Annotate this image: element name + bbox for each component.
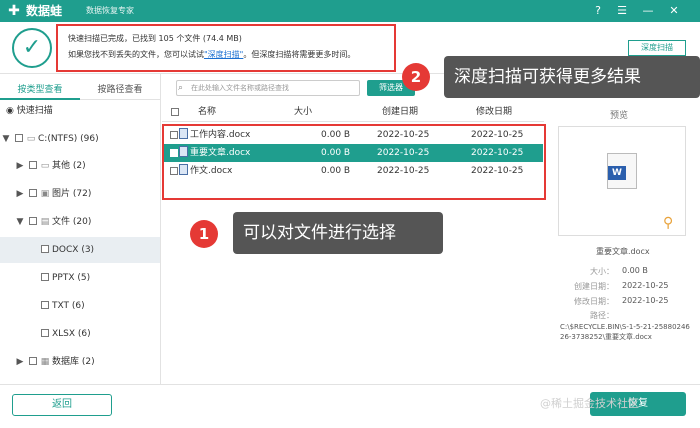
- tab-by-type[interactable]: 按类型查看: [0, 80, 80, 100]
- tree-item-database[interactable]: ▶ ▦ 数据库 (2): [0, 349, 160, 375]
- document-icon: ▤: [40, 217, 50, 227]
- app-name: 数据蛙: [26, 4, 63, 18]
- preview-file-name: 重要文章.docx: [596, 247, 650, 256]
- tree-checkbox[interactable]: [29, 217, 37, 225]
- col-name[interactable]: 名称: [198, 102, 216, 122]
- help-icon[interactable]: ?: [590, 3, 606, 19]
- tree-item-pptx[interactable]: PPTX (5): [0, 265, 160, 291]
- tab-by-path[interactable]: 按路径查看: [80, 80, 160, 100]
- watermark: @稀土掘金技术社区: [540, 397, 639, 410]
- tree-checkbox[interactable]: [29, 357, 37, 365]
- minimize-icon[interactable]: —: [640, 3, 656, 19]
- tree-checkbox[interactable]: [41, 301, 49, 309]
- callout-select-files: 可以对文件进行选择: [233, 212, 443, 254]
- zoom-icon[interactable]: ⚲: [663, 215, 673, 231]
- close-icon[interactable]: ✕: [666, 3, 682, 19]
- callout-badge-2: 2: [402, 63, 430, 91]
- preview-pane: W ⚲: [558, 126, 686, 236]
- tree-checkbox[interactable]: [41, 273, 49, 281]
- drive-icon: ▭: [26, 134, 36, 144]
- image-icon: ▣: [40, 189, 50, 199]
- panel-divider: [160, 74, 161, 384]
- preview-modified: 2022-10-25: [622, 296, 669, 305]
- tree-checkbox[interactable]: [41, 245, 49, 253]
- check-circle-icon: ✓: [12, 28, 52, 68]
- app-subtitle: 数据恢复专家: [86, 6, 134, 15]
- deep-scan-link[interactable]: "深度扫描": [204, 50, 243, 59]
- files-highlight-box: [162, 124, 546, 200]
- search-input[interactable]: 在此处输入文件名称或路径查找: [176, 80, 360, 96]
- preview-path: C:\$RECYCLE.BIN\S-1-5-21-2588024626-3738…: [560, 323, 690, 341]
- view-tabs: 按类型查看 按路径查看: [0, 80, 160, 100]
- check-dot-icon: ◉: [6, 106, 14, 116]
- plus-logo-icon: ✚: [8, 3, 20, 19]
- file-table-header: 名称 大小 创建日期 修改日期: [162, 102, 544, 122]
- tree-item-documents[interactable]: ▼ ▤ 文件 (20): [0, 209, 160, 235]
- callout-badge-1: 1: [190, 220, 218, 248]
- tree-checkbox[interactable]: [41, 329, 49, 337]
- word-document-icon: W: [607, 153, 637, 189]
- tree-checkbox[interactable]: [15, 134, 23, 142]
- menu-icon[interactable]: ☰: [614, 3, 630, 19]
- tree-item-c-drive[interactable]: ▼ ▭ C:(NTFS) (96): [0, 126, 160, 152]
- tree-item-txt[interactable]: TXT (6): [0, 293, 160, 319]
- notice-highlight-box: 快速扫描已完成，已找到 105 个文件 (74.4 MB) 如果您找不到丢失的文…: [56, 24, 396, 72]
- preview-created: 2022-10-25: [622, 281, 669, 290]
- col-size[interactable]: 大小: [294, 102, 312, 122]
- tree-item-docx[interactable]: DOCX (3): [0, 237, 160, 263]
- scan-summary: 快速扫描已完成，已找到 105 个文件 (74.4 MB): [68, 34, 242, 43]
- preview-size: 0.00 B: [622, 266, 648, 275]
- database-icon: ▦: [40, 357, 50, 367]
- select-all-checkbox[interactable]: [171, 108, 179, 116]
- tree-item-images[interactable]: ▶ ▣ 图片 (72): [0, 181, 160, 207]
- callout-deep-scan: 深度扫描可获得更多结果: [444, 56, 700, 98]
- quick-scan-label: ◉ 快速扫描: [6, 106, 53, 116]
- tree-checkbox[interactable]: [29, 161, 37, 169]
- deep-scan-hint: 如果您找不到丢失的文件，您可以试试"深度扫描"。但深度扫描将需要更多时间。: [68, 50, 356, 59]
- tree-item-other[interactable]: ▶ ▭ 其他 (2): [0, 153, 160, 179]
- col-created[interactable]: 创建日期: [382, 102, 418, 122]
- preview-label: 预览: [610, 111, 629, 121]
- tree-checkbox[interactable]: [29, 189, 37, 197]
- title-bar: ✚ 数据蛙 数据恢复专家 ? ☰ — ✕: [0, 0, 700, 22]
- footer-divider: [0, 384, 700, 385]
- tree-item-xlsx[interactable]: XLSX (6): [0, 321, 160, 347]
- search-icon: ⌕: [178, 83, 184, 93]
- col-modified[interactable]: 修改日期: [476, 102, 512, 122]
- back-button[interactable]: 返回: [12, 394, 112, 416]
- folder-icon: ▭: [40, 161, 50, 171]
- deep-scan-button[interactable]: 深度扫描: [628, 40, 686, 56]
